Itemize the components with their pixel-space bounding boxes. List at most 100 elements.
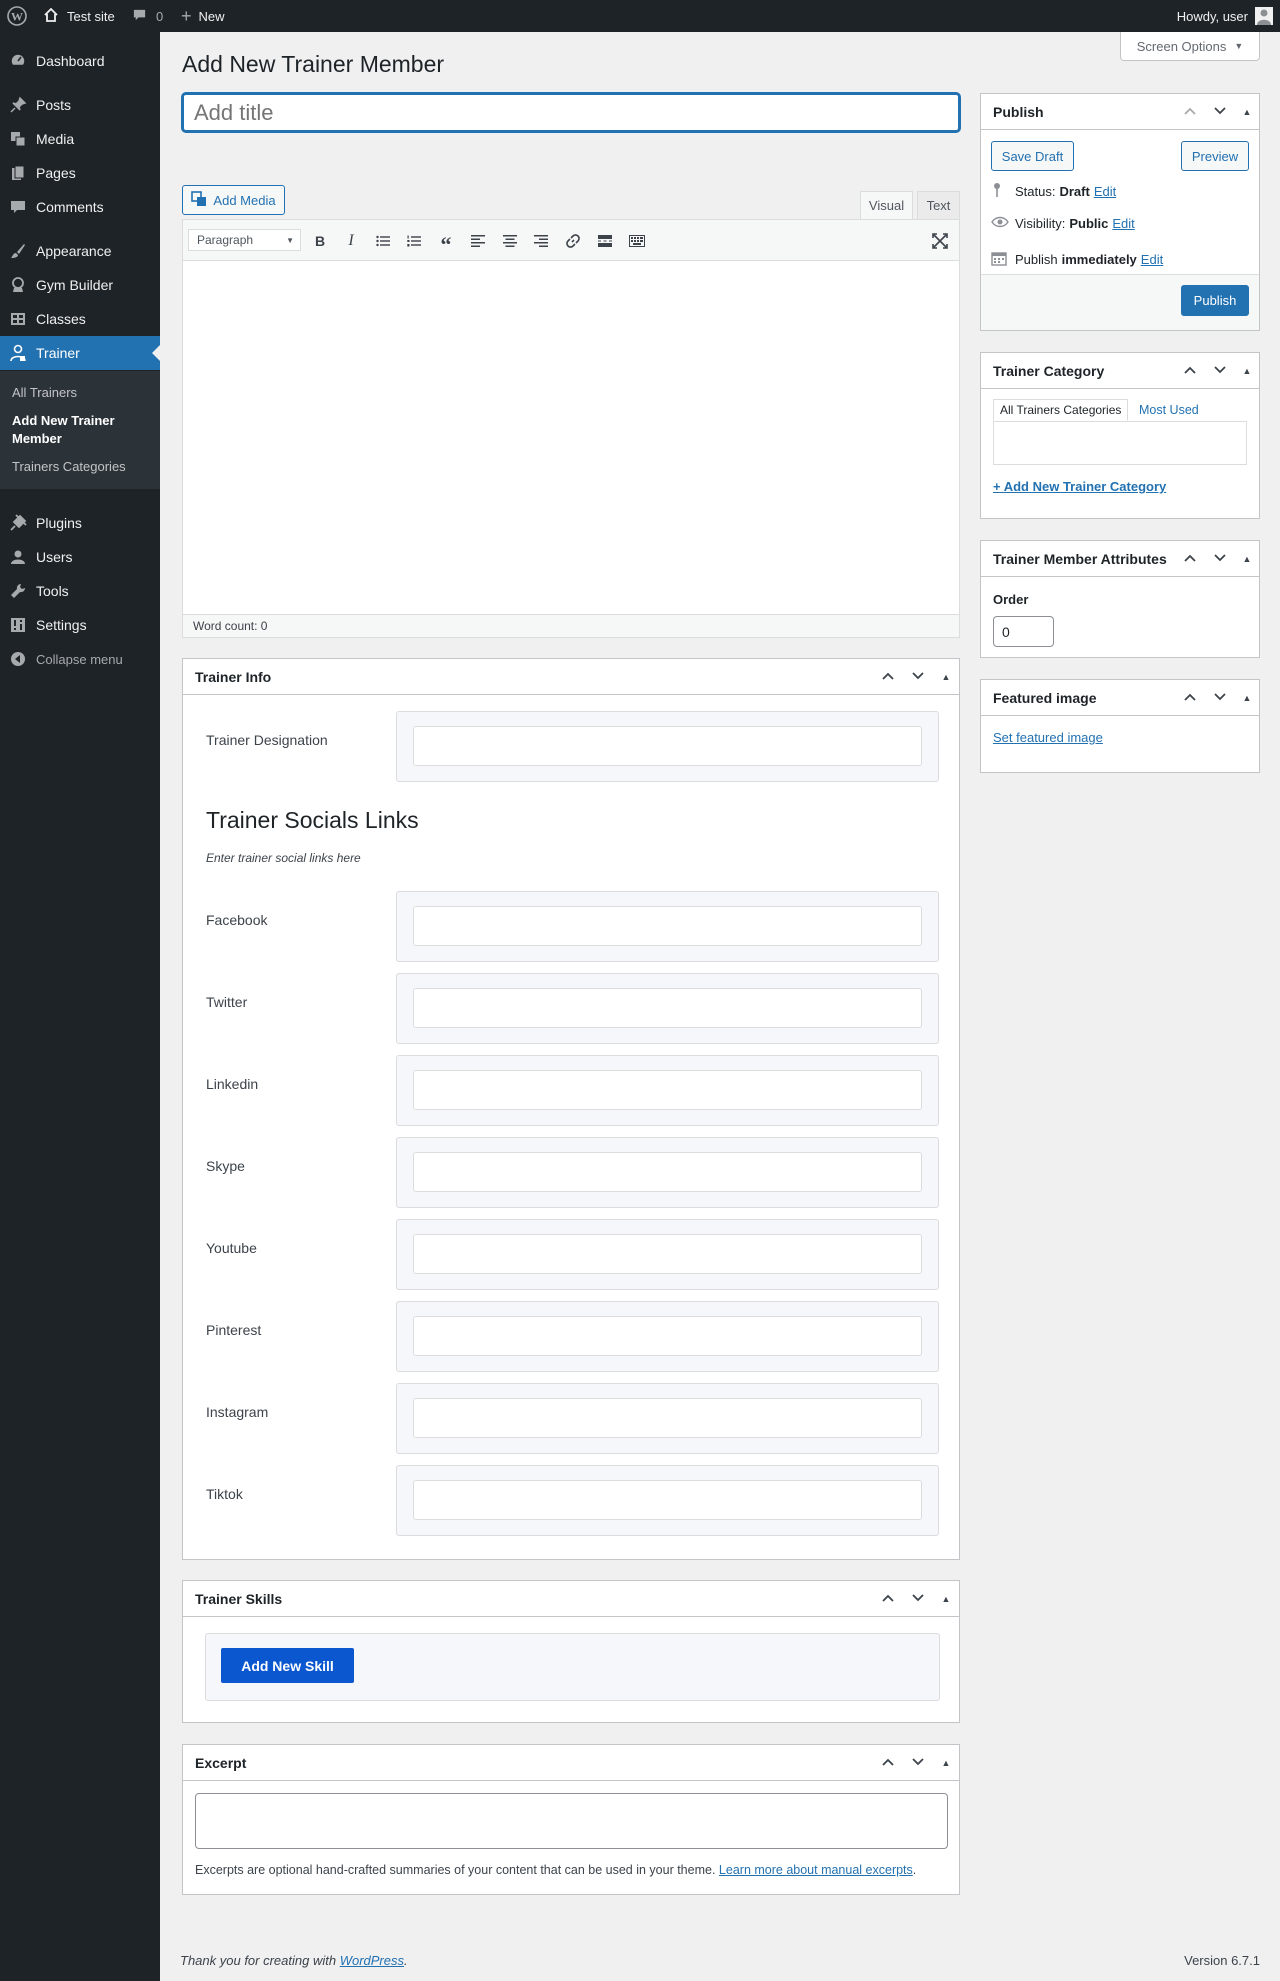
visibility-label: Visibility:: [1015, 216, 1066, 231]
collapse-menu-button[interactable]: Collapse menu: [0, 642, 160, 676]
designation-input[interactable]: [413, 726, 922, 766]
site-name-link[interactable]: Test site: [43, 0, 115, 32]
pin-icon: [991, 182, 1011, 201]
linkedin-input[interactable]: [413, 1070, 922, 1110]
italic-icon[interactable]: I: [340, 230, 362, 252]
move-up-icon[interactable]: [1175, 551, 1205, 568]
set-featured-image-link[interactable]: Set featured image: [993, 730, 1103, 745]
visibility-edit-link[interactable]: Edit: [1112, 216, 1134, 231]
comments-link[interactable]: 0: [132, 0, 163, 32]
order-input[interactable]: 0: [993, 616, 1054, 647]
move-up-icon[interactable]: [1175, 104, 1205, 121]
footer-wordpress-link[interactable]: WordPress: [340, 1953, 404, 1968]
submenu-item-categories[interactable]: Trainers Categories: [12, 458, 126, 476]
visibility-value: Public: [1069, 216, 1109, 231]
bold-icon[interactable]: B: [309, 230, 331, 252]
collapse-toggle-icon[interactable]: ▲: [933, 1594, 959, 1604]
save-draft-button[interactable]: Save Draft: [991, 141, 1074, 171]
status-edit-link[interactable]: Edit: [1094, 184, 1116, 199]
collapse-toggle-icon[interactable]: ▲: [1235, 554, 1259, 564]
collapse-toggle-icon[interactable]: ▲: [933, 1758, 959, 1768]
pinterest-input[interactable]: [413, 1316, 922, 1356]
box-header[interactable]: Excerpt: [183, 1745, 959, 1781]
status-row: Status: Draft Edit: [991, 182, 1116, 201]
move-down-icon[interactable]: [903, 669, 933, 686]
move-down-icon[interactable]: [903, 1591, 933, 1608]
submenu-item-add-new[interactable]: Add New Trainer Member: [12, 412, 132, 448]
move-down-icon[interactable]: [1205, 551, 1235, 568]
sidebar-item-comments[interactable]: Comments: [0, 190, 160, 224]
toolbar-toggle-icon[interactable]: [626, 230, 648, 252]
collapse-toggle-icon[interactable]: ▲: [1235, 107, 1259, 117]
move-down-icon[interactable]: [903, 1755, 933, 1772]
move-up-icon[interactable]: [1175, 363, 1205, 380]
align-center-icon[interactable]: [499, 230, 521, 252]
box-header[interactable]: Trainer Skills: [183, 1581, 959, 1617]
read-more-icon[interactable]: [594, 230, 616, 252]
youtube-input[interactable]: [413, 1234, 922, 1274]
link-icon[interactable]: [562, 230, 584, 252]
bullet-list-icon[interactable]: [372, 230, 394, 252]
align-right-icon[interactable]: [530, 230, 552, 252]
skype-input[interactable]: [413, 1152, 922, 1192]
add-new-category-link[interactable]: + Add New Trainer Category: [993, 479, 1166, 494]
collapse-toggle-icon[interactable]: ▲: [933, 672, 959, 682]
tab-most-used[interactable]: Most Used: [1133, 399, 1205, 421]
collapse-toggle-icon[interactable]: ▲: [1235, 693, 1259, 703]
sidebar-item-gym-builder[interactable]: Gym Builder: [0, 268, 160, 302]
sidebar-item-media[interactable]: Media: [0, 122, 160, 156]
tab-text[interactable]: Text: [917, 191, 960, 219]
move-down-icon[interactable]: [1205, 690, 1235, 707]
sidebar-item-classes[interactable]: Classes: [0, 302, 160, 336]
publish-button[interactable]: Publish: [1181, 285, 1249, 316]
twitter-input[interactable]: [413, 988, 922, 1028]
submenu-item-all-trainers[interactable]: All Trainers: [12, 384, 77, 402]
box-controls: ▲: [1175, 353, 1259, 389]
move-up-icon[interactable]: [873, 1755, 903, 1772]
excerpt-learn-more-link[interactable]: Learn more about manual excerpts: [719, 1863, 913, 1877]
facebook-input[interactable]: [413, 906, 922, 946]
sidebar-item-trainer[interactable]: Trainer: [0, 336, 160, 370]
account-menu[interactable]: Howdy, user: [1177, 0, 1273, 32]
preview-button[interactable]: Preview: [1181, 141, 1249, 171]
wordpress-logo-icon[interactable]: W: [7, 0, 27, 32]
move-up-icon[interactable]: [873, 1591, 903, 1608]
sidebar-item-plugins[interactable]: Plugins: [0, 506, 160, 540]
excerpt-textarea[interactable]: [195, 1793, 948, 1849]
visibility-row: Visibility: Public Edit: [991, 216, 1135, 231]
category-checklist[interactable]: [993, 421, 1247, 465]
fullscreen-icon[interactable]: [929, 230, 951, 252]
new-content-link[interactable]: + New: [181, 0, 225, 32]
add-new-skill-button[interactable]: Add New Skill: [221, 1648, 354, 1683]
sidebar-item-label: Collapse menu: [36, 651, 123, 667]
editor-body[interactable]: [183, 261, 959, 614]
socials-heading: Trainer Socials Links: [206, 807, 419, 833]
numbered-list-icon[interactable]: [403, 230, 425, 252]
sidebar-item-tools[interactable]: Tools: [0, 574, 160, 608]
move-up-icon[interactable]: [1175, 690, 1205, 707]
screen-options-button[interactable]: Screen Options ▼: [1120, 32, 1260, 61]
format-select[interactable]: Paragraph ▼: [188, 229, 301, 251]
move-down-icon[interactable]: [1205, 363, 1235, 380]
add-media-button[interactable]: Add Media: [182, 185, 285, 215]
sidebar-item-posts[interactable]: Posts: [0, 88, 160, 122]
move-down-icon[interactable]: [1205, 104, 1235, 121]
post-title-input[interactable]: [182, 93, 960, 132]
box-header[interactable]: Trainer Info: [183, 659, 959, 695]
sidebar-item-users[interactable]: Users: [0, 540, 160, 574]
tiktok-input[interactable]: [413, 1480, 922, 1520]
instagram-input[interactable]: [413, 1398, 922, 1438]
sidebar-item-settings[interactable]: Settings: [0, 608, 160, 642]
tab-all-categories[interactable]: All Trainers Categories: [993, 399, 1129, 421]
screen-options-label: Screen Options: [1136, 38, 1227, 54]
sidebar-item-label: Appearance: [36, 243, 112, 259]
align-left-icon[interactable]: [467, 230, 489, 252]
blockquote-icon[interactable]: “: [435, 230, 457, 257]
tab-visual[interactable]: Visual: [860, 191, 913, 219]
move-up-icon[interactable]: [873, 669, 903, 686]
sidebar-item-pages[interactable]: Pages: [0, 156, 160, 190]
collapse-toggle-icon[interactable]: ▲: [1235, 366, 1259, 376]
sidebar-item-appearance[interactable]: Appearance: [0, 234, 160, 268]
schedule-edit-link[interactable]: Edit: [1141, 252, 1163, 267]
sidebar-item-dashboard[interactable]: Dashboard: [0, 44, 160, 78]
